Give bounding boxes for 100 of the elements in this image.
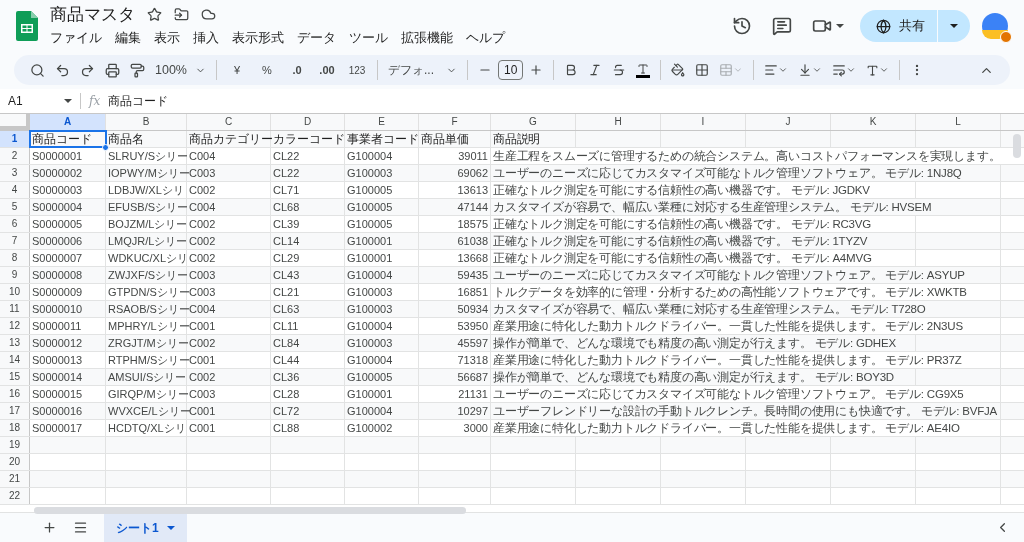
table-cell-text: G100003 [346,165,394,181]
horizontal-scrollbar-thumb[interactable] [34,506,466,514]
table-cell-text: LMQJR/Lシリー [107,233,189,249]
table-cell-text: CL36 [272,369,301,385]
table-cell-text: G100005 [346,369,394,385]
column-header[interactable]: H [576,114,661,130]
cloud-icon[interactable] [201,7,216,23]
table-cell-text: MPHRY/Lシリー [107,318,190,334]
table-cell: 操作が簡単で、どんな環境でも精度の高い測定が行えます。 モデル: GDHEX [491,335,898,351]
row-header[interactable]: 18 [0,420,30,436]
caret-icon [64,99,72,103]
table-cell-text: G100003 [346,284,394,300]
table-cell-text: G100001 [346,250,394,266]
column-header[interactable]: I [661,114,746,130]
table-cell-text: C003 [189,386,217,402]
formula-field[interactable]: 商品コード [108,92,1024,110]
table-cell-text: 商品コード [31,131,93,147]
menu-item[interactable]: ツール [349,28,388,48]
vertical-scrollbar-thumb[interactable] [1013,134,1021,158]
menu-item[interactable]: 編集 [115,28,141,48]
row-header[interactable]: 6 [0,216,30,232]
sheets-logo-icon[interactable] [16,11,38,41]
column-header[interactable]: F [419,114,491,130]
table-cell-text: C002 [188,369,217,385]
caret-icon [950,24,958,28]
font-select[interactable]: デフォ... [384,58,461,82]
menu-item[interactable]: データ [297,28,336,48]
number-format-button[interactable]: 123 [343,58,371,82]
table-cell: ユーザーのニーズに応じてカスタマイズ可能なトルク管理ソフトウェア。 モデル: 1NJ8Q [491,165,964,181]
table-cell-text: EFUSB/Sシリー [107,199,189,215]
row-header[interactable]: 14 [0,352,30,368]
zoom-select[interactable]: 100% [151,58,210,82]
add-sheet-icon[interactable] [42,520,57,535]
font-size-field[interactable]: 10 [498,60,524,80]
table-cell-text: CL14 [272,233,301,249]
decrease-decimal-button[interactable]: .0 [283,58,311,82]
table-cell-text: S0000008 [31,267,84,283]
table-cell-text: G100004 [346,352,394,368]
star-icon[interactable] [147,7,162,23]
table-cell-text: CL72 [272,403,301,419]
table-cell-text: CL84 [272,335,301,351]
table-cell-text: C002 [188,182,217,198]
column-header[interactable]: C [187,114,271,130]
menu-item[interactable]: ヘルプ [466,28,505,48]
globe-icon [876,18,891,34]
table-cell-text: C001 [188,420,217,436]
column-header[interactable]: A [30,114,106,130]
column-header[interactable]: K [831,114,916,130]
menu-item[interactable]: 挿入 [193,28,219,48]
move-folder-icon[interactable] [174,7,189,23]
column-header[interactable]: J [746,114,831,130]
comment-icon[interactable] [772,16,792,36]
row-header[interactable]: 1 [0,131,30,147]
table-cell-text: 61038 [456,233,489,249]
table-cell-text: IOPWY/Mシリー [107,165,190,181]
table-cell-text: 商品名 [107,131,145,147]
table-cell-text: 47144 [456,199,489,215]
row-header[interactable]: 8 [0,250,30,266]
row-header[interactable]: 10 [0,284,30,300]
table-cell-text: ZRGJT/Mシリー [107,335,190,351]
column-header[interactable]: B [106,114,187,130]
document-title[interactable]: 商品マスタ [50,4,135,25]
row-header[interactable]: 20 [0,454,30,470]
table-cell-text: G100003 [346,335,394,351]
currency-format-button[interactable]: ¥ [223,58,251,82]
column-header[interactable]: D [271,114,345,130]
row-header[interactable]: 2 [0,148,30,164]
table-cell-text: C002 [188,233,217,249]
table-cell-text: BOJZM/Lシリー [107,216,189,232]
share-button[interactable]: 共有 [860,10,970,42]
table-cell-text: 16851 [456,284,489,300]
table-cell-text: C001 [189,352,217,368]
table-cell-text: G100002 [346,420,394,436]
menu-item[interactable]: 表示 [154,28,180,48]
row-header[interactable]: 16 [0,386,30,402]
caret-icon [836,24,844,28]
menu-item[interactable]: 表示形式 [232,28,284,48]
column-header[interactable]: L [916,114,1001,130]
percent-format-button[interactable]: % [253,58,281,82]
history-icon[interactable] [732,16,752,36]
table-cell-text: CL43 [272,267,301,283]
table-cell-text: G100001 [346,233,394,249]
menu-item[interactable]: ファイル [50,28,102,48]
row-header[interactable]: 12 [0,318,30,334]
table-cell-text: C003 [189,284,217,300]
table-cell-text: G100004 [346,403,394,419]
row-header[interactable]: 4 [0,182,30,198]
table-cell: カスタマイズが容易で、幅広い業種に対応する生産管理システム。 モデル: T728O [491,301,928,317]
increase-decimal-button[interactable]: .00 [313,58,341,82]
row-header[interactable]: 22 [0,488,30,504]
column-header[interactable]: G [491,114,576,130]
sheet-tab[interactable]: シート1 [104,513,187,542]
menu-item[interactable]: 拡張機能 [401,28,453,48]
table-cell-text: G100005 [346,182,394,198]
name-box[interactable]: A1 [0,92,80,110]
table-cell-text: カラーコード [272,131,346,147]
all-sheets-icon[interactable] [73,520,88,535]
table-cell-text: S0000013 [31,352,84,368]
column-header[interactable]: E [345,114,419,130]
table-cell-text: C003 [188,267,217,283]
